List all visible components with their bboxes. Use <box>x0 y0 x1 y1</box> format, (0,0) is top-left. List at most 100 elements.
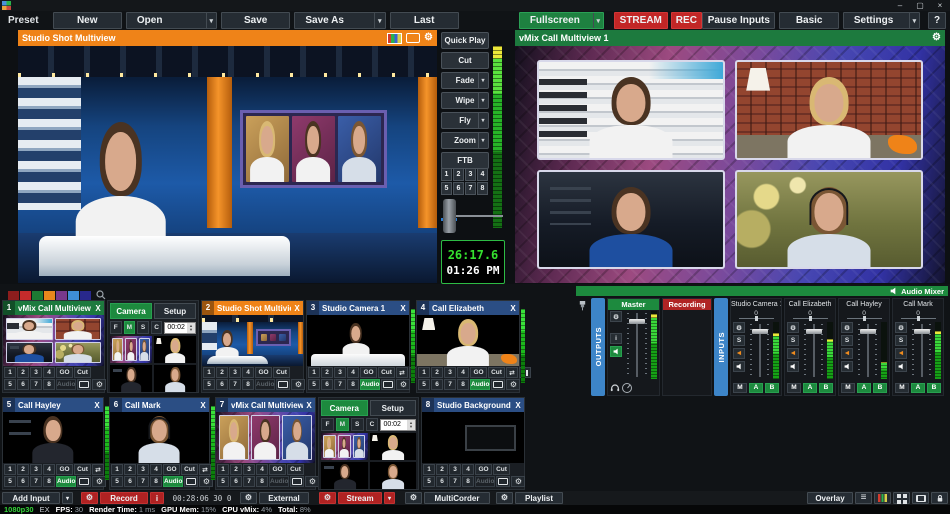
overlay-6-button[interactable]: 6 <box>230 476 242 487</box>
call-thumb-multiview[interactable] <box>110 336 152 363</box>
pan-slider[interactable]: 0 <box>731 310 781 321</box>
input-tile-6[interactable]: 6 Call Mark X 1 2 3 4 GO Cut ⇄ 5 6 7 <box>109 397 210 490</box>
overlay-1-button[interactable]: 1 <box>203 367 215 378</box>
overlay-3-button[interactable]: 3 <box>444 367 456 378</box>
input-2-thumbnail[interactable] <box>202 315 303 366</box>
pan-slider[interactable]: 0 <box>785 310 835 321</box>
headphones-button[interactable] <box>610 379 620 397</box>
go-button[interactable]: GO <box>163 464 180 475</box>
record-settings-gear[interactable]: ⚙ <box>81 492 98 504</box>
overlay-6-button[interactable]: 6 <box>17 379 29 390</box>
tbar-handle[interactable] <box>443 199 456 233</box>
playlist-button[interactable]: Playlist <box>515 492 563 504</box>
mode-f-button[interactable]: F <box>321 418 334 431</box>
channel-fader[interactable] <box>803 324 824 377</box>
master-bus-button[interactable]: M <box>787 383 801 393</box>
channel-gear-icon[interactable]: ⚙ <box>895 322 907 333</box>
overlay-8-button[interactable]: 8 <box>43 476 55 487</box>
overlay-6-button[interactable]: 6 <box>431 379 443 390</box>
wipe-button[interactable]: Wipe▾ <box>441 92 489 109</box>
pad-2-button[interactable]: 2 <box>453 168 464 181</box>
mute-toggle-button[interactable] <box>733 361 745 372</box>
go-button[interactable]: GO <box>360 367 377 378</box>
overlay-7-button[interactable]: 7 <box>243 476 255 487</box>
pause-inputs-button[interactable]: Pause Inputs <box>702 12 775 29</box>
overlay-4-button[interactable]: 4 <box>256 464 268 475</box>
solo-button[interactable]: S <box>895 335 907 346</box>
input-8-thumbnail[interactable] <box>422 412 524 463</box>
audio-toggle-button[interactable]: Audio <box>470 379 490 390</box>
pan-slider[interactable]: 0 <box>893 310 943 321</box>
add-input-button[interactable]: Add Input <box>2 492 60 504</box>
input-tile-8[interactable]: 8 Studio Background Image X 1 2 3 4 GO C… <box>421 397 525 490</box>
bus-b-button[interactable]: B <box>765 383 779 393</box>
overlay-6-button[interactable]: 6 <box>124 476 136 487</box>
return-arrow-button[interactable]: ◄ <box>841 348 853 359</box>
call-thumb-elizabeth[interactable] <box>154 336 196 363</box>
input-5-thumbnail[interactable] <box>3 412 103 463</box>
overlay-8-button[interactable]: 8 <box>347 379 359 390</box>
loop-button[interactable]: ⇄ <box>506 367 518 378</box>
colorbars-icon[interactable] <box>387 33 402 44</box>
layout-grid-button[interactable] <box>893 492 910 504</box>
fullscreen-monitor-icon[interactable] <box>290 476 304 487</box>
audio-toggle-button[interactable]: Audio <box>163 476 183 487</box>
go-button[interactable]: GO <box>475 464 492 475</box>
overlay-6-button[interactable]: 6 <box>436 476 448 487</box>
overlay-5-button[interactable]: 5 <box>308 379 320 390</box>
overlay-4-button[interactable]: 4 <box>43 464 55 475</box>
cut-button[interactable]: Cut <box>181 464 198 475</box>
master-info-button[interactable]: i <box>610 333 622 344</box>
transition-tbar[interactable] <box>441 198 505 236</box>
audio-toggle-button[interactable]: Audio <box>360 379 380 390</box>
overlay-6-button[interactable]: 6 <box>321 379 333 390</box>
camera-tab-button[interactable]: Camera <box>321 400 368 416</box>
dropdown-arrow-icon[interactable]: ▾ <box>478 93 487 108</box>
cut-button[interactable]: Cut <box>488 367 505 378</box>
overlay-4-button[interactable]: 4 <box>462 464 474 475</box>
overlay-7-button[interactable]: 7 <box>30 379 42 390</box>
master-bus-button[interactable]: M <box>895 383 909 393</box>
external-display-button[interactable] <box>912 492 929 504</box>
solo-button[interactable]: S <box>841 335 853 346</box>
fullscreen-monitor-icon[interactable] <box>496 476 510 487</box>
cut-button[interactable]: Cut <box>74 367 91 378</box>
input-6-thumbnail[interactable] <box>110 412 209 463</box>
fader-handle[interactable] <box>806 329 822 334</box>
channel-gear-icon[interactable]: ⚙ <box>733 322 745 333</box>
input-gear-icon[interactable]: ⚙ <box>291 379 305 390</box>
overlay-7-button[interactable]: 7 <box>334 379 346 390</box>
setup-tab-button[interactable]: Setup <box>154 303 196 319</box>
bus-b-button[interactable]: B <box>927 383 941 393</box>
loop-button[interactable]: ⇄ <box>199 464 211 475</box>
overlay-4-button[interactable]: 4 <box>242 367 254 378</box>
overlay-1-button[interactable]: 1 <box>111 464 123 475</box>
overlay-1-button[interactable]: 1 <box>4 464 16 475</box>
audio-toggle-button[interactable]: Audio <box>269 476 289 487</box>
fullscreen-monitor-icon[interactable] <box>77 379 91 390</box>
overlay-7-button[interactable]: 7 <box>444 379 456 390</box>
input-7-thumbnail[interactable] <box>216 412 315 463</box>
cut-button[interactable]: Cut <box>378 367 395 378</box>
dropdown-arrow-icon[interactable]: ▾ <box>478 133 487 148</box>
maximize-button[interactable]: ▢ <box>910 0 930 11</box>
fly-button[interactable]: Fly▾ <box>441 112 489 129</box>
channel-gear-icon[interactable]: ⚙ <box>610 311 622 322</box>
overlay-3-button[interactable]: 3 <box>30 367 42 378</box>
overlay-1-button[interactable]: 1 <box>4 367 16 378</box>
master-bus-button[interactable]: M <box>841 383 855 393</box>
master-fader[interactable] <box>626 313 648 377</box>
overlay-1-button[interactable]: 1 <box>418 367 430 378</box>
record-button[interactable]: Record <box>100 492 148 504</box>
input-4-header[interactable]: 4 Call Elizabeth X <box>417 301 519 315</box>
loop-button[interactable]: ⇄ <box>92 464 104 475</box>
go-button[interactable]: GO <box>56 464 73 475</box>
pad-8-button[interactable]: 8 <box>477 182 488 195</box>
overlay-2-button[interactable]: 2 <box>216 367 228 378</box>
record-info-button[interactable]: i <box>150 492 164 504</box>
spin-down-icon[interactable]: ▾ <box>190 328 192 332</box>
dropdown-arrow-icon[interactable]: ▾ <box>206 13 217 28</box>
mode-m-button[interactable]: M <box>336 418 349 431</box>
quick-play-button[interactable]: Quick Play <box>441 32 489 49</box>
cut-button[interactable]: Cut <box>273 367 290 378</box>
